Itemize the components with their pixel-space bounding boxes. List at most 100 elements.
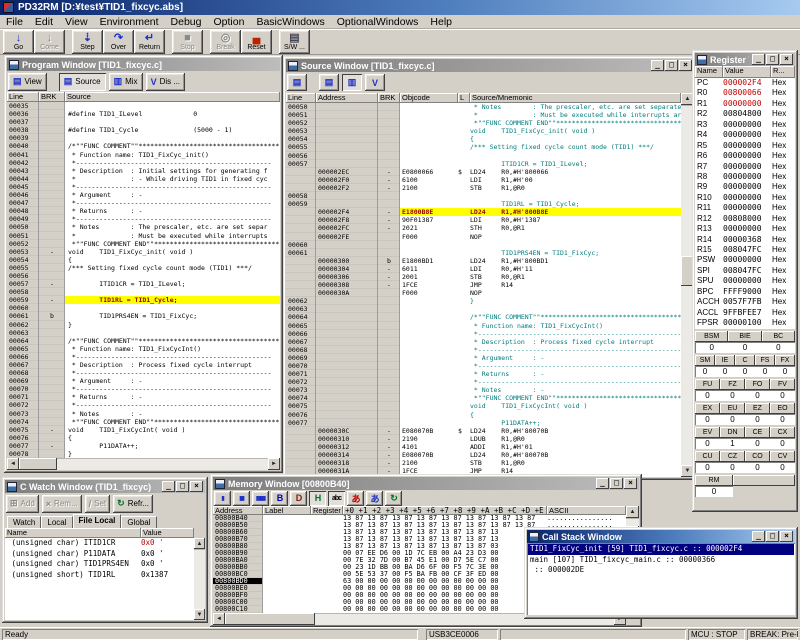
flag-ce-button[interactable]: CE <box>745 427 770 438</box>
program-row[interactable]: 00067 * Description : Process fixed cycl… <box>7 361 280 369</box>
breakpoint-cell[interactable] <box>378 346 400 354</box>
program-row[interactable]: 00066 *---------------------------------… <box>7 353 280 361</box>
flag-ez-button[interactable]: EZ <box>745 403 770 414</box>
flag-eu-value[interactable]: 0 <box>720 414 745 425</box>
breakpoint-cell[interactable] <box>378 241 400 249</box>
register-radix[interactable]: Hex <box>771 308 795 318</box>
memory-hex-bytes[interactable]: 00 5E 53 37 00 F5 BA FB 00 CF 3F ED 00 <box>343 571 547 578</box>
flag-fu-value[interactable]: 0 <box>695 390 720 401</box>
memory-hex-bytes[interactable]: 13 87 13 87 13 87 13 87 13 87 13 87 13 8… <box>343 522 547 529</box>
memory-address[interactable]: 00800B90 <box>213 550 263 557</box>
source-row[interactable]: 00058 <box>286 192 681 200</box>
program-row[interactable]: 00055/*** Setting fixed cycle count mode… <box>7 264 280 272</box>
memory-address[interactable]: 00800B70 <box>213 536 263 543</box>
breakpoint-cell[interactable]: - <box>378 176 400 184</box>
source-row[interactable]: 00052 *""FUNC COMMENT END""*************… <box>286 119 681 127</box>
scroll-up-icon[interactable]: ▲ <box>194 538 205 549</box>
register-value[interactable]: 00000000 <box>723 172 771 182</box>
breakpoint-cell[interactable] <box>39 393 65 401</box>
breakpoint-cell[interactable] <box>378 354 400 362</box>
breakpoint-cell[interactable] <box>378 289 400 297</box>
breakpoint-cell[interactable]: - <box>39 426 65 434</box>
breakpoint-cell[interactable]: b <box>378 257 400 265</box>
watch-row[interactable]: (unsigned short) TID1RL0x1387 <box>5 570 194 581</box>
register-row-fpsr[interactable]: FPSR00000100Hex <box>695 318 795 328</box>
dword-view-button[interactable]: ▮▮▮▮ <box>252 491 269 506</box>
register-radix[interactable]: Hex <box>771 203 795 213</box>
flag-fu-button[interactable]: FU <box>695 379 720 390</box>
memory-address[interactable]: 00800BC0 <box>213 571 263 578</box>
register-value[interactable]: 00000000 <box>723 182 771 192</box>
breakpoint-cell[interactable] <box>39 142 65 150</box>
breakpoint-cell[interactable] <box>378 338 400 346</box>
remove-watch-button[interactable]: ×Rem... <box>42 495 82 513</box>
flag-cx-button[interactable]: CX <box>770 427 795 438</box>
memory-hex-bytes[interactable]: 63 00 00 00 00 00 00 00 00 00 00 00 00 <box>343 578 547 585</box>
minimize-icon[interactable]: _ <box>651 60 664 71</box>
breakpoint-cell[interactable]: - <box>39 296 65 304</box>
breakpoint-cell[interactable] <box>39 223 65 231</box>
flag-co-button[interactable]: CO <box>745 451 770 462</box>
source-row[interactable]: 00000306-2001STB R0,@R1 <box>286 273 681 281</box>
memory-hex-bytes[interactable]: 00 00 00 00 00 00 00 00 00 00 00 00 00 <box>343 585 547 592</box>
source-row[interactable]: 00074 *""FUNC COMMENT END""*************… <box>286 394 681 402</box>
breakpoint-cell[interactable] <box>39 183 65 191</box>
register-row-bpc[interactable]: BPCFFFF9000Hex <box>695 287 795 297</box>
breakpoint-cell[interactable] <box>39 329 65 337</box>
breakpoint-cell[interactable] <box>39 167 65 175</box>
program-row[interactable]: 00043 * Description : Initial settings f… <box>7 167 280 175</box>
register-row-r5[interactable]: R500000000Hex <box>695 141 795 151</box>
breakpoint-cell[interactable]: - <box>378 273 400 281</box>
breakpoint-cell[interactable] <box>378 297 400 305</box>
source-row[interactable]: 00056 <box>286 152 681 160</box>
breakpoint-cell[interactable] <box>39 385 65 393</box>
scroll-down-icon[interactable]: ▼ <box>194 609 205 620</box>
maximize-icon[interactable]: □ <box>176 481 189 492</box>
breakpoint-cell[interactable] <box>378 135 400 143</box>
register-radix[interactable]: Hex <box>771 318 795 328</box>
register-radix[interactable]: Hex <box>771 172 795 182</box>
flag-dn-value[interactable]: 1 <box>720 438 745 449</box>
view-button[interactable]: ▤View <box>8 73 47 91</box>
memory-hex-bytes[interactable]: 13 87 13 87 13 87 13 87 13 87 13 87 03 <box>343 543 547 550</box>
sjis-display-button[interactable]: あ <box>347 491 364 506</box>
maximize-icon[interactable]: □ <box>610 478 623 489</box>
maximize-icon[interactable]: □ <box>665 60 678 71</box>
register-row-acch[interactable]: ACCH0057F7FBHex <box>695 297 795 307</box>
register-value[interactable]: 00000368 <box>723 235 771 245</box>
menu-help[interactable]: Help <box>424 16 458 28</box>
breakpoint-cell[interactable]: - <box>378 184 400 192</box>
source-row[interactable]: 00059 TID1RL = TID1_Cycle; <box>286 200 681 208</box>
flag-bc-value[interactable]: 0 <box>762 342 795 353</box>
register-row-pc[interactable]: PC000002F4Hex <box>695 78 795 88</box>
memory-hex-bytes[interactable]: 13 87 13 87 13 87 13 87 13 87 13 87 13 <box>343 529 547 536</box>
register-value[interactable]: 00000000 <box>723 130 771 140</box>
breakpoint-cell[interactable]: - <box>378 459 400 467</box>
register-radix[interactable]: Hex <box>771 151 795 161</box>
breakpoint-cell[interactable] <box>378 143 400 151</box>
breakpoint-cell[interactable] <box>39 232 65 240</box>
register-radix[interactable]: Hex <box>771 276 795 286</box>
register-radix[interactable]: Hex <box>771 88 795 98</box>
decimal-display-button[interactable]: D <box>290 491 307 506</box>
flag-fv-button[interactable]: FV <box>770 379 795 390</box>
flag-eu-button[interactable]: EU <box>720 403 745 414</box>
source-row[interactable]: 00053void TID1_FixCyc_init( void ) <box>286 127 681 135</box>
breakpoint-cell[interactable]: - <box>39 442 65 450</box>
register-value[interactable]: 00000000 <box>723 162 771 172</box>
binary-display-button[interactable]: B <box>271 491 288 506</box>
flag-rm-button[interactable]: RM <box>695 475 733 486</box>
register-row-r14[interactable]: R1400000368Hex <box>695 235 795 245</box>
source-row[interactable]: 00057 ITID1CR = TID1_ILevel; <box>286 160 681 168</box>
source-row[interactable]: 0000030C-E080070B$LD24 R0,#H'80070B <box>286 427 681 435</box>
return-button[interactable]: ↵Return <box>134 30 165 54</box>
tab-watch[interactable]: Watch <box>7 516 41 528</box>
memory-address[interactable]: 00800C10 <box>213 606 263 613</box>
watch-row[interactable]: (unsigned char) TID1PRS4EN0x0 ' <box>5 559 194 570</box>
flag-ev-button[interactable]: EV <box>695 427 720 438</box>
scroll-right-icon[interactable]: ► <box>268 458 280 470</box>
register-row-r3[interactable]: R300000000Hex <box>695 120 795 130</box>
register-radix[interactable]: Hex <box>771 287 795 297</box>
memory-address[interactable]: 00800BA0 <box>213 557 263 564</box>
breakpoint-cell[interactable] <box>39 159 65 167</box>
